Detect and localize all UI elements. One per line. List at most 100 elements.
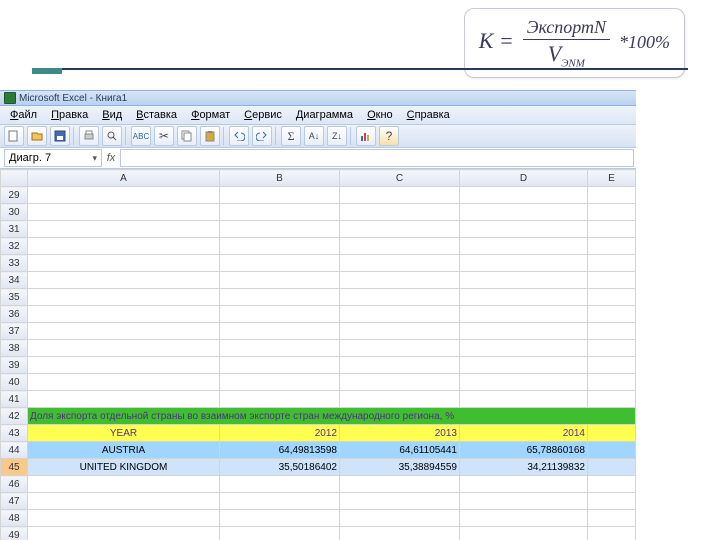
col-header-E[interactable]: E xyxy=(588,170,636,187)
cell[interactable] xyxy=(220,187,340,204)
cell[interactable]: 2013 xyxy=(340,425,460,442)
cell[interactable] xyxy=(588,510,636,527)
cell[interactable] xyxy=(588,255,636,272)
cell[interactable] xyxy=(588,357,636,374)
name-box[interactable]: Диагр. 7 ▾ xyxy=(4,149,102,167)
sum-icon[interactable]: Σ xyxy=(281,126,301,146)
cell[interactable] xyxy=(340,374,460,391)
cell[interactable] xyxy=(220,323,340,340)
row-header-32[interactable]: 32 xyxy=(1,238,28,255)
cell[interactable] xyxy=(220,255,340,272)
cell[interactable] xyxy=(28,204,220,221)
cell[interactable] xyxy=(28,289,220,306)
cell[interactable] xyxy=(460,476,588,493)
cell[interactable] xyxy=(460,221,588,238)
cell[interactable] xyxy=(588,442,636,459)
menu-item-вставка[interactable]: Вставка xyxy=(130,107,183,123)
cell[interactable] xyxy=(340,527,460,540)
cell[interactable] xyxy=(460,323,588,340)
cell[interactable] xyxy=(28,323,220,340)
cell[interactable]: Доля экспорта отдельной страны во взаимн… xyxy=(28,408,636,425)
cell[interactable] xyxy=(28,510,220,527)
cell[interactable] xyxy=(340,289,460,306)
cell[interactable]: 2014 xyxy=(460,425,588,442)
menu-item-окно[interactable]: Окно xyxy=(361,107,399,123)
print-icon[interactable] xyxy=(79,126,99,146)
cell[interactable] xyxy=(588,238,636,255)
row-header-49[interactable]: 49 xyxy=(1,527,28,540)
cell[interactable] xyxy=(220,306,340,323)
cell[interactable]: UNITED KINGDOM xyxy=(28,459,220,476)
cell[interactable] xyxy=(220,238,340,255)
cell[interactable] xyxy=(220,391,340,408)
row-header-48[interactable]: 48 xyxy=(1,510,28,527)
cell[interactable] xyxy=(28,527,220,540)
cell[interactable] xyxy=(28,272,220,289)
menu-item-диаграмма[interactable]: Диаграмма xyxy=(290,107,359,123)
cell[interactable] xyxy=(28,221,220,238)
copy-icon[interactable] xyxy=(177,126,197,146)
cell[interactable]: 34,21139832 xyxy=(460,459,588,476)
cell[interactable] xyxy=(460,272,588,289)
redo-icon[interactable] xyxy=(252,126,272,146)
cell[interactable] xyxy=(460,187,588,204)
cell[interactable] xyxy=(588,459,636,476)
cell[interactable] xyxy=(460,374,588,391)
menu-item-справка[interactable]: Справка xyxy=(401,107,456,123)
save-icon[interactable] xyxy=(50,126,70,146)
new-file-icon[interactable] xyxy=(4,126,24,146)
col-header-B[interactable]: B xyxy=(220,170,340,187)
cell[interactable] xyxy=(340,272,460,289)
row-header-42[interactable]: 42 xyxy=(1,408,28,425)
row-header-34[interactable]: 34 xyxy=(1,272,28,289)
spreadsheet-grid[interactable]: ABCDE2930313233343536373839404142Доля эк… xyxy=(0,169,636,540)
row-header-33[interactable]: 33 xyxy=(1,255,28,272)
cell[interactable] xyxy=(588,187,636,204)
formula-bar[interactable] xyxy=(120,149,634,167)
cell[interactable] xyxy=(28,238,220,255)
fx-icon[interactable]: fx xyxy=(104,148,118,168)
cell[interactable] xyxy=(28,391,220,408)
cell[interactable] xyxy=(460,493,588,510)
cell[interactable] xyxy=(460,306,588,323)
cell[interactable] xyxy=(588,289,636,306)
row-header-36[interactable]: 36 xyxy=(1,306,28,323)
cell[interactable] xyxy=(588,391,636,408)
cell[interactable] xyxy=(220,476,340,493)
row-header-43[interactable]: 43 xyxy=(1,425,28,442)
select-all[interactable] xyxy=(1,170,28,187)
cell[interactable] xyxy=(340,476,460,493)
col-header-D[interactable]: D xyxy=(460,170,588,187)
cell[interactable] xyxy=(220,357,340,374)
cell[interactable] xyxy=(588,272,636,289)
cell[interactable] xyxy=(460,510,588,527)
cell[interactable]: 35,50186402 xyxy=(220,459,340,476)
cell[interactable] xyxy=(28,493,220,510)
row-header-31[interactable]: 31 xyxy=(1,221,28,238)
cell[interactable] xyxy=(340,493,460,510)
row-header-40[interactable]: 40 xyxy=(1,374,28,391)
cell[interactable] xyxy=(28,187,220,204)
row-header-46[interactable]: 46 xyxy=(1,476,28,493)
cell[interactable] xyxy=(588,323,636,340)
cell[interactable] xyxy=(340,357,460,374)
cell[interactable] xyxy=(340,238,460,255)
cell[interactable] xyxy=(460,391,588,408)
cell[interactable] xyxy=(340,510,460,527)
cell[interactable]: 2012 xyxy=(220,425,340,442)
cell[interactable]: 64,61105441 xyxy=(340,442,460,459)
col-header-A[interactable]: A xyxy=(28,170,220,187)
cell[interactable] xyxy=(220,272,340,289)
cell[interactable] xyxy=(588,493,636,510)
cell[interactable] xyxy=(460,527,588,540)
menu-item-формат[interactable]: Формат xyxy=(185,107,236,123)
menu-item-файл[interactable]: Файл xyxy=(4,107,43,123)
cell[interactable] xyxy=(340,255,460,272)
row-header-30[interactable]: 30 xyxy=(1,204,28,221)
cell[interactable] xyxy=(28,306,220,323)
cell[interactable] xyxy=(460,289,588,306)
cell[interactable] xyxy=(588,204,636,221)
help-icon[interactable]: ? xyxy=(379,126,399,146)
row-header-35[interactable]: 35 xyxy=(1,289,28,306)
row-header-39[interactable]: 39 xyxy=(1,357,28,374)
